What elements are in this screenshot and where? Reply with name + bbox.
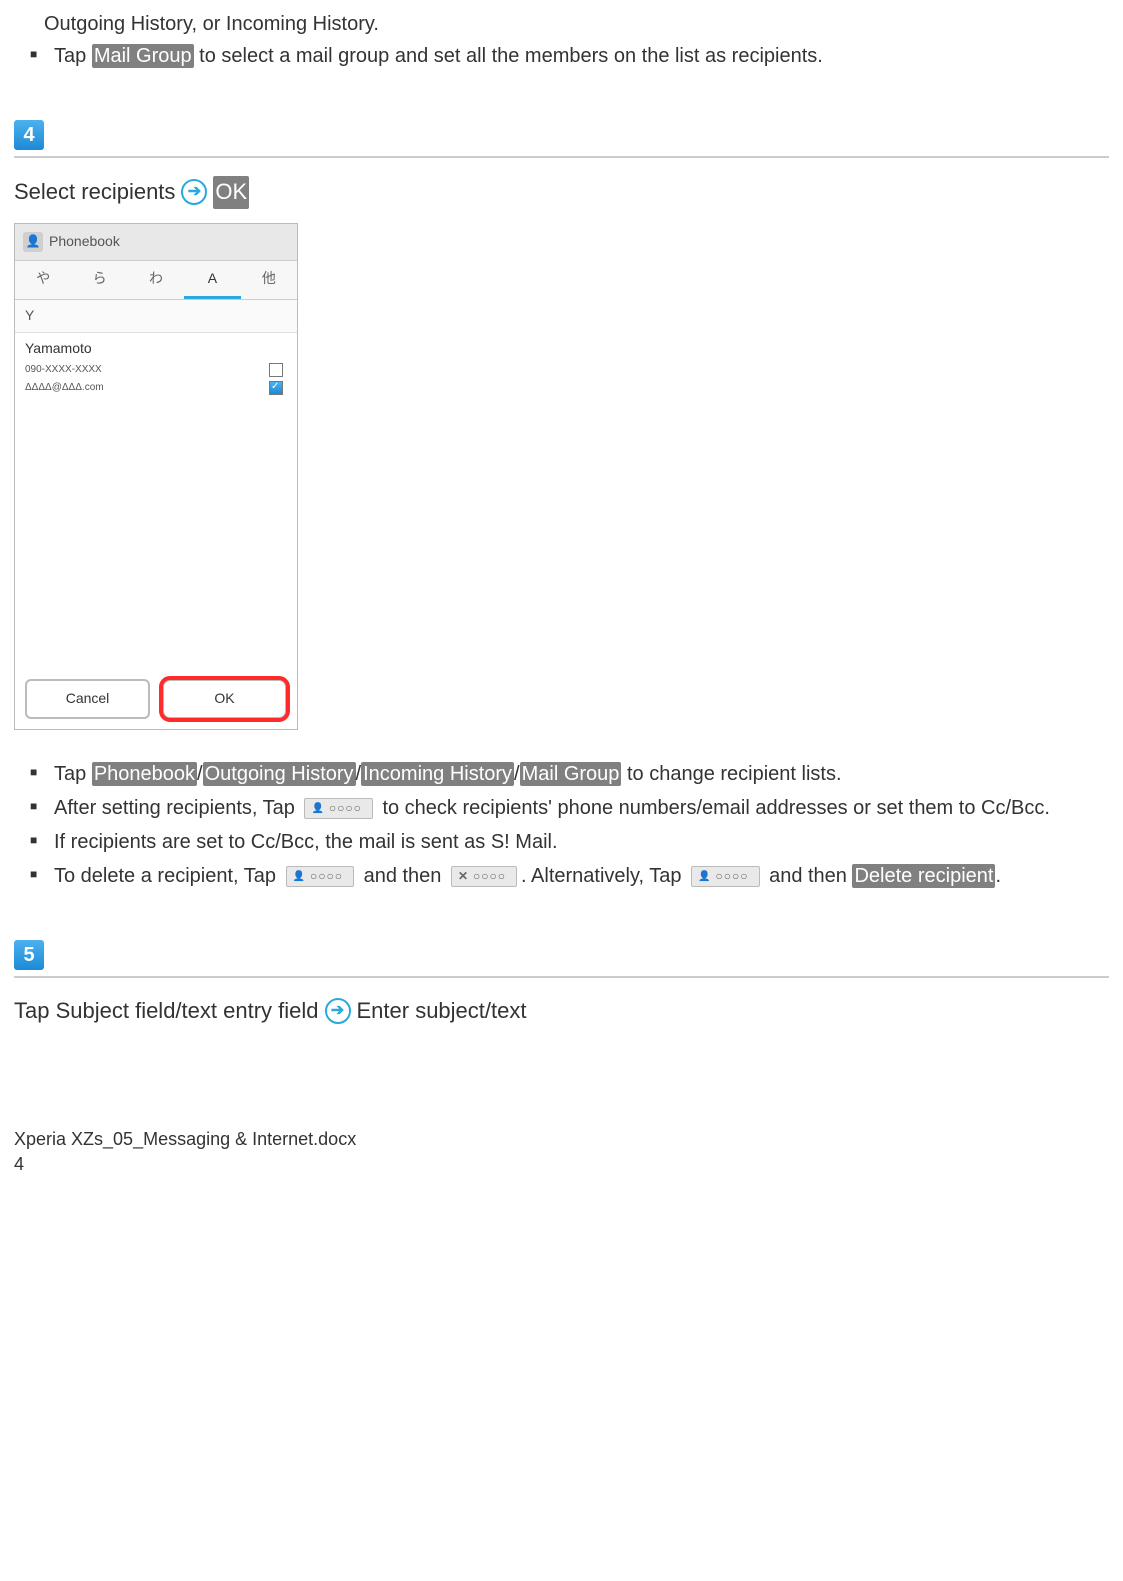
phone-tabs: や ら わ A 他 — [15, 261, 297, 301]
tab-a[interactable]: A — [184, 261, 240, 300]
contact-email-row[interactable]: ΔΔΔΔ@ΔΔΔ.com — [15, 379, 297, 397]
pill-delete-recipient: Delete recipient — [852, 864, 995, 888]
footer-filename: Xperia XZs_05_Messaging & Internet.docx — [14, 1127, 1109, 1152]
page-footer: Xperia XZs_05_Messaging & Internet.docx … — [14, 1127, 1109, 1177]
divider — [14, 976, 1109, 978]
divider — [14, 156, 1109, 158]
ok-button[interactable]: OK — [162, 679, 287, 719]
bullet-check-recipients: After setting recipients, Tap 👤 ○○○○ to c… — [30, 794, 1109, 822]
text: Tap — [54, 763, 92, 785]
phone-titlebar: 👤 Phonebook — [15, 224, 297, 261]
text: Enter subject/text — [357, 996, 527, 1027]
chip-text: ○○○○ — [473, 868, 506, 885]
footer-page-number: 4 — [14, 1152, 1109, 1177]
contact-icon: 👤 — [23, 232, 43, 252]
bullet-mail-group: Tap Mail Group to select a mail group an… — [30, 42, 1109, 70]
text: / — [514, 763, 520, 785]
bullet-ccbcc-smail: If recipients are set to Cc/Bcc, the mai… — [30, 828, 1109, 856]
text: Select recipients — [14, 177, 175, 208]
prev-line-fragment: Outgoing History, or Incoming History. — [44, 10, 1109, 38]
text: To delete a recipient, Tap — [54, 865, 282, 887]
contact-email: ΔΔΔΔ@ΔΔΔ.com — [25, 381, 104, 395]
step5-instruction: Tap Subject field/text entry field ➔ Ent… — [14, 996, 1109, 1027]
mid-bullet-list: Tap Phonebook/Outgoing History/Incoming … — [14, 760, 1109, 890]
section-header-y: Y — [15, 300, 297, 333]
chip-text: ○○○○ — [310, 868, 343, 885]
pill-outgoing-history: Outgoing History — [203, 762, 356, 786]
step-badge-5: 5 — [14, 940, 44, 970]
arrow-icon: ➔ — [325, 998, 351, 1024]
tab-ya[interactable]: や — [15, 261, 71, 300]
checkbox-unchecked[interactable] — [269, 363, 283, 377]
person-icon: 👤 — [293, 870, 306, 884]
pill-ok: OK — [213, 176, 249, 209]
checkbox-checked[interactable] — [269, 381, 283, 395]
text: / — [197, 763, 203, 785]
close-icon: ✕ — [458, 868, 469, 885]
chip-text: ○○○○ — [329, 800, 362, 817]
pill-incoming-history: Incoming History — [361, 762, 514, 786]
arrow-icon: ➔ — [181, 179, 207, 205]
chip-text: ○○○○ — [716, 868, 749, 885]
bullet-change-lists: Tap Phonebook/Outgoing History/Incoming … — [30, 760, 1109, 788]
pill-phonebook: Phonebook — [92, 762, 197, 786]
text: After setting recipients, Tap — [54, 797, 300, 819]
text: to select a mail group and set all the m… — [194, 45, 823, 67]
text: Tap Subject field/text entry field — [14, 996, 319, 1027]
text: If recipients are set to Cc/Bcc, the mai… — [54, 831, 558, 853]
contact-name: Yamamoto — [15, 333, 297, 361]
person-icon: 👤 — [311, 802, 324, 816]
bullet-delete-recipient: To delete a recipient, Tap 👤 ○○○○ and the… — [30, 862, 1109, 890]
text: Tap — [54, 45, 92, 67]
text: to check recipients' phone numbers/email… — [377, 797, 1050, 819]
step4-instruction: Select recipients ➔ OK — [14, 176, 1109, 209]
phone-screenshot: 👤 Phonebook や ら わ A 他 Y Yamamoto 090-XXX… — [14, 223, 298, 730]
phone-title: Phonebook — [49, 232, 120, 252]
pill-mail-group: Mail Group — [92, 44, 194, 68]
text: to change recipient lists. — [621, 763, 841, 785]
tab-wa[interactable]: わ — [128, 261, 184, 300]
recipient-chip-x-icon: ✕○○○○ — [451, 866, 517, 887]
text: . Alternatively, Tap — [521, 865, 687, 887]
tab-ra[interactable]: ら — [71, 261, 127, 300]
tab-other[interactable]: 他 — [241, 261, 297, 300]
step-badge-4: 4 — [14, 120, 44, 150]
recipient-chip-icon: 👤 ○○○○ — [304, 798, 372, 819]
text: and then — [764, 865, 853, 887]
pill-mail-group-2: Mail Group — [520, 762, 622, 786]
recipient-chip-icon: 👤 ○○○○ — [286, 866, 354, 887]
recipient-chip-icon: 👤 ○○○○ — [691, 866, 759, 887]
text: . — [995, 865, 1001, 887]
cancel-button[interactable]: Cancel — [25, 679, 150, 719]
contact-phone-row[interactable]: 090-XXXX-XXXX — [15, 361, 297, 379]
contact-phone: 090-XXXX-XXXX — [25, 363, 102, 377]
text: and then — [358, 865, 447, 887]
person-icon: 👤 — [698, 870, 711, 884]
phone-button-row: Cancel OK — [15, 669, 297, 729]
top-bullet-list: Tap Mail Group to select a mail group an… — [14, 42, 1109, 70]
